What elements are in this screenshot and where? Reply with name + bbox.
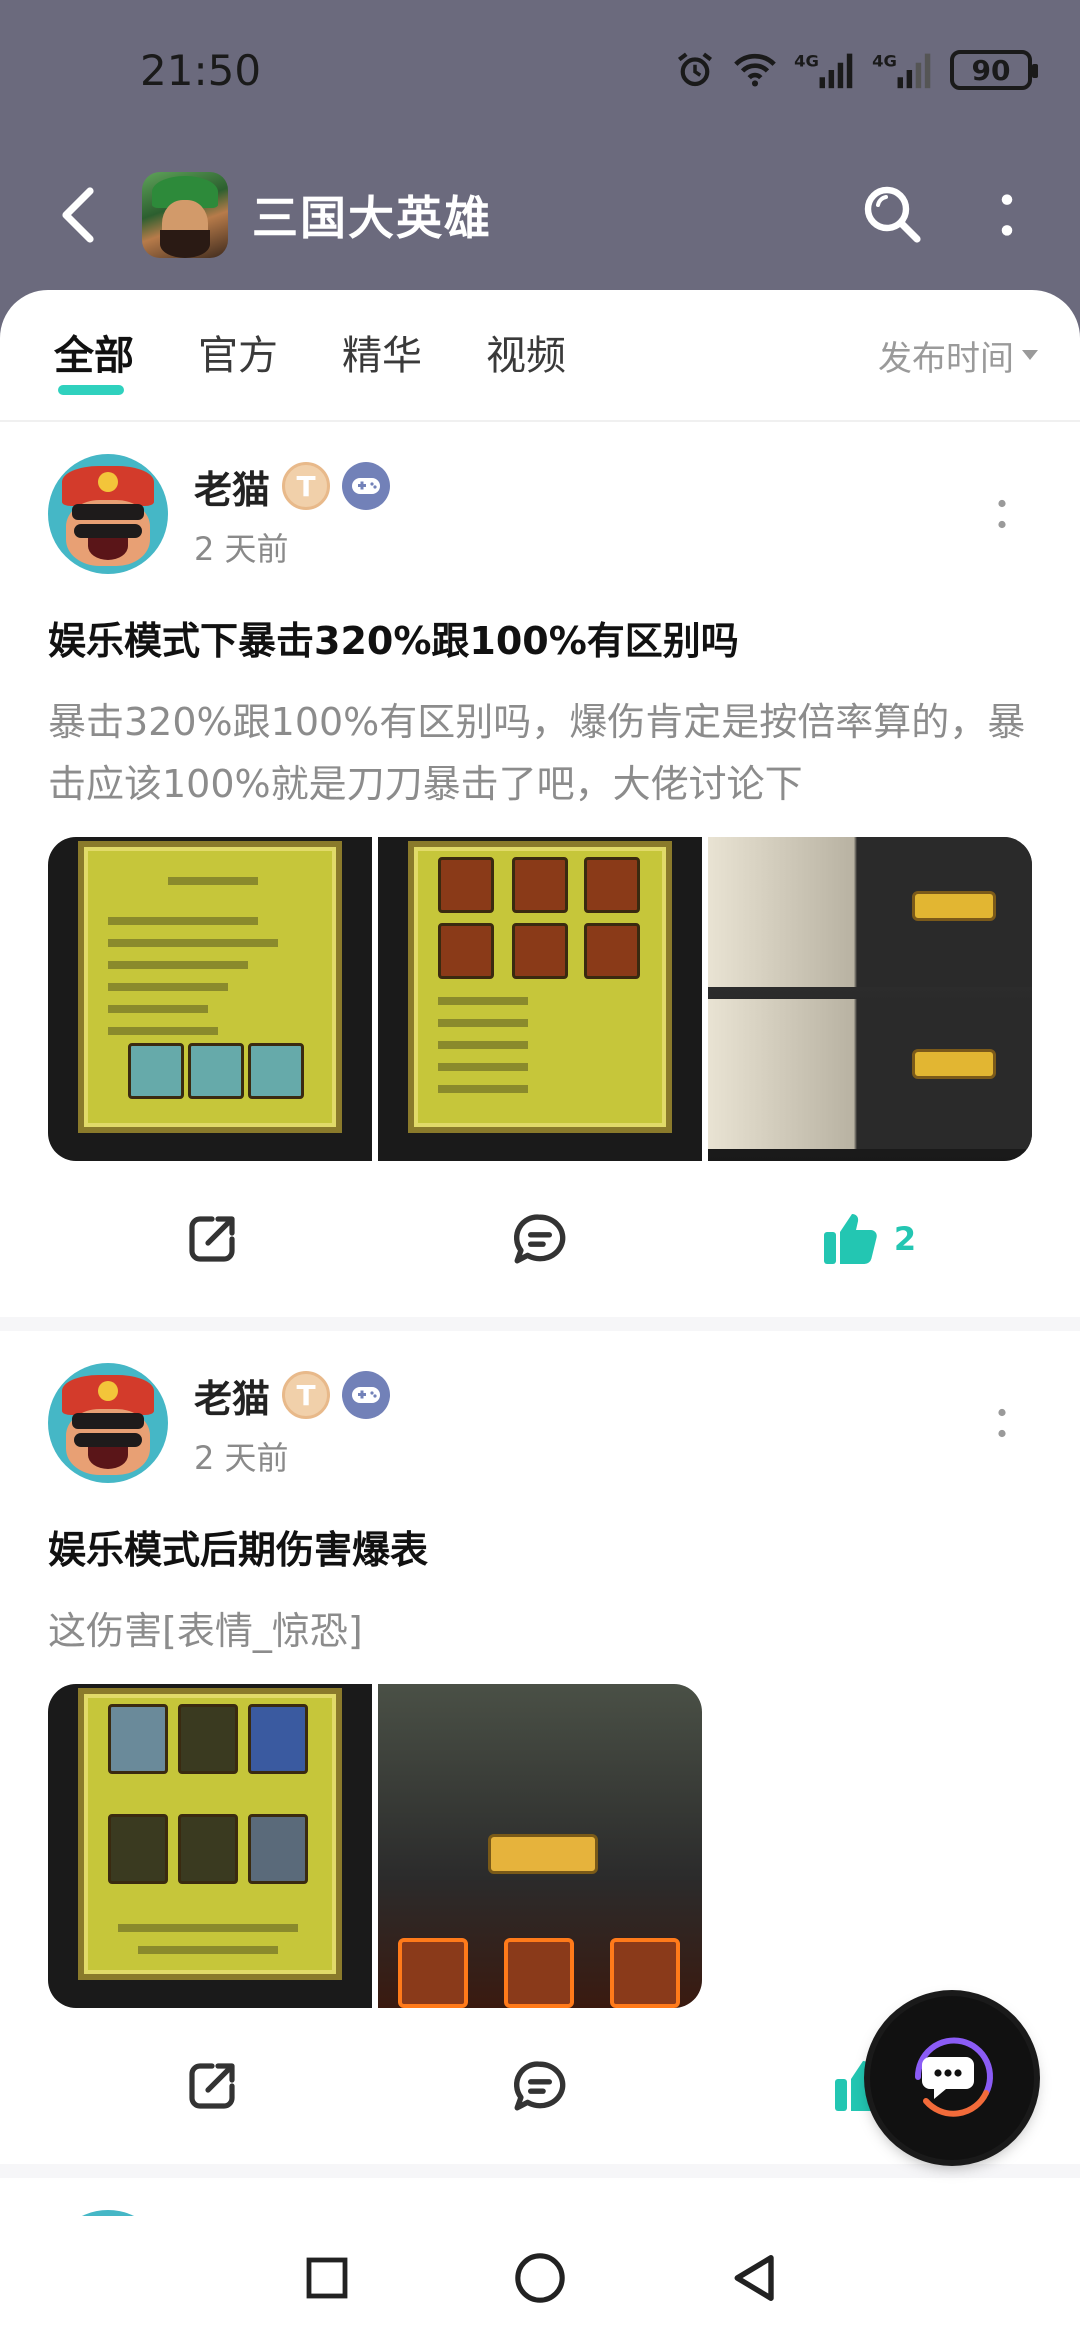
like-button[interactable]: 2 (704, 1210, 1032, 1268)
post-title[interactable]: 娱乐模式后期伤害爆表 (48, 1519, 1032, 1574)
gamepad-icon (342, 1371, 391, 1419)
signal-label-1: 4G (794, 51, 819, 70)
more-vertical-icon (998, 1408, 1006, 1438)
app-header: 三国大英雄 (0, 140, 1080, 290)
gamepad-icon (342, 462, 391, 510)
post-card[interactable]: 老猫 T 2 天前 娱乐模式下暴击320%跟100%有区别吗 暴击320%跟10… (0, 422, 1080, 1331)
post-time: 2 天前 (194, 529, 289, 568)
post-images (48, 837, 1032, 1161)
tab-bar: 全部 官方 精华 视频 发布时间 (0, 290, 1080, 422)
back-nav-button[interactable] (713, 2238, 793, 2318)
comment-button[interactable] (376, 1211, 704, 1267)
caret-down-icon (1022, 350, 1038, 360)
post-more-button[interactable] (972, 484, 1032, 544)
status-bar: 21:50 4G 4G 90 (0, 0, 1080, 140)
post-image[interactable] (378, 837, 702, 1161)
alarm-icon (677, 52, 713, 87)
post-image[interactable] (378, 1684, 702, 2008)
avatar[interactable] (48, 454, 168, 574)
sort-label: 发布时间 (878, 338, 1014, 379)
chat-bubble-icon (914, 2037, 993, 2117)
more-vertical-icon (998, 499, 1006, 529)
comment-icon (514, 1214, 566, 1264)
level-badge: T (282, 1371, 331, 1419)
post-more-button[interactable] (972, 1393, 1032, 1453)
post-body[interactable]: 这伤害[表情_惊恐] (48, 1600, 1032, 1662)
game-avatar[interactable] (142, 172, 228, 258)
square-icon (306, 2257, 348, 2299)
main-content: 全部 官方 精华 视频 发布时间 老猫 T 2 天前 娱乐模式下暴击320%跟1… (0, 290, 1080, 2216)
author-name[interactable]: 老猫 (194, 459, 270, 514)
wifi-icon (734, 53, 776, 87)
more-button[interactable] (962, 170, 1052, 260)
more-vertical-icon (1001, 194, 1013, 236)
tab-official[interactable]: 官方 (198, 323, 278, 387)
battery-level: 90 (971, 53, 1011, 87)
back-button[interactable] (18, 155, 138, 275)
search-icon (864, 186, 921, 243)
author-name[interactable]: 老猫 (194, 1368, 270, 1423)
share-button[interactable] (48, 2058, 376, 2114)
recents-button[interactable] (287, 2238, 367, 2318)
comment-icon (514, 2061, 566, 2111)
tab-featured[interactable]: 精华 (342, 323, 422, 387)
tab-video[interactable]: 视频 (486, 323, 566, 387)
post-image[interactable] (708, 837, 1032, 1161)
signal-icon: 4G (794, 51, 853, 89)
home-button[interactable] (500, 2238, 580, 2318)
search-button[interactable] (848, 170, 938, 260)
post-card[interactable]: 老猫 T (0, 2178, 1080, 2216)
signal-icon: 4G (872, 51, 931, 89)
share-icon (189, 1216, 235, 1262)
status-time: 21:50 (140, 45, 262, 95)
system-nav-bar (0, 2216, 1080, 2340)
status-icons: 4G 4G 90 (674, 49, 1038, 91)
post-title[interactable]: 娱乐模式下暴击320%跟100%有区别吗 (48, 610, 1032, 665)
chat-fab[interactable] (870, 1996, 1034, 2160)
triangle-back-icon (734, 2255, 775, 2301)
signal-label-2: 4G (872, 51, 897, 70)
post-time: 2 天前 (194, 1438, 289, 1477)
post-body[interactable]: 暴击320%跟100%有区别吗，爆伤肯定是按倍率算的，暴击应该100%就是刀刀暴… (48, 691, 1032, 815)
comment-button[interactable] (376, 2058, 704, 2114)
post-image[interactable] (48, 1684, 372, 2008)
circle-icon (515, 2253, 565, 2303)
share-button[interactable] (48, 1211, 376, 1267)
post-image[interactable] (48, 837, 372, 1161)
battery-icon: 90 (950, 50, 1038, 90)
sort-dropdown[interactable]: 发布时间 (878, 331, 1038, 380)
back-arrow-icon (62, 187, 94, 243)
thumbs-up-icon (823, 1214, 877, 1264)
like-count: 2 (893, 1220, 917, 1258)
tab-all[interactable]: 全部 (54, 323, 134, 395)
post-images (48, 1684, 702, 2008)
share-icon (189, 2063, 235, 2109)
avatar[interactable] (48, 1363, 168, 1483)
page-title: 三国大英雄 (252, 191, 492, 245)
level-badge: T (282, 462, 331, 510)
